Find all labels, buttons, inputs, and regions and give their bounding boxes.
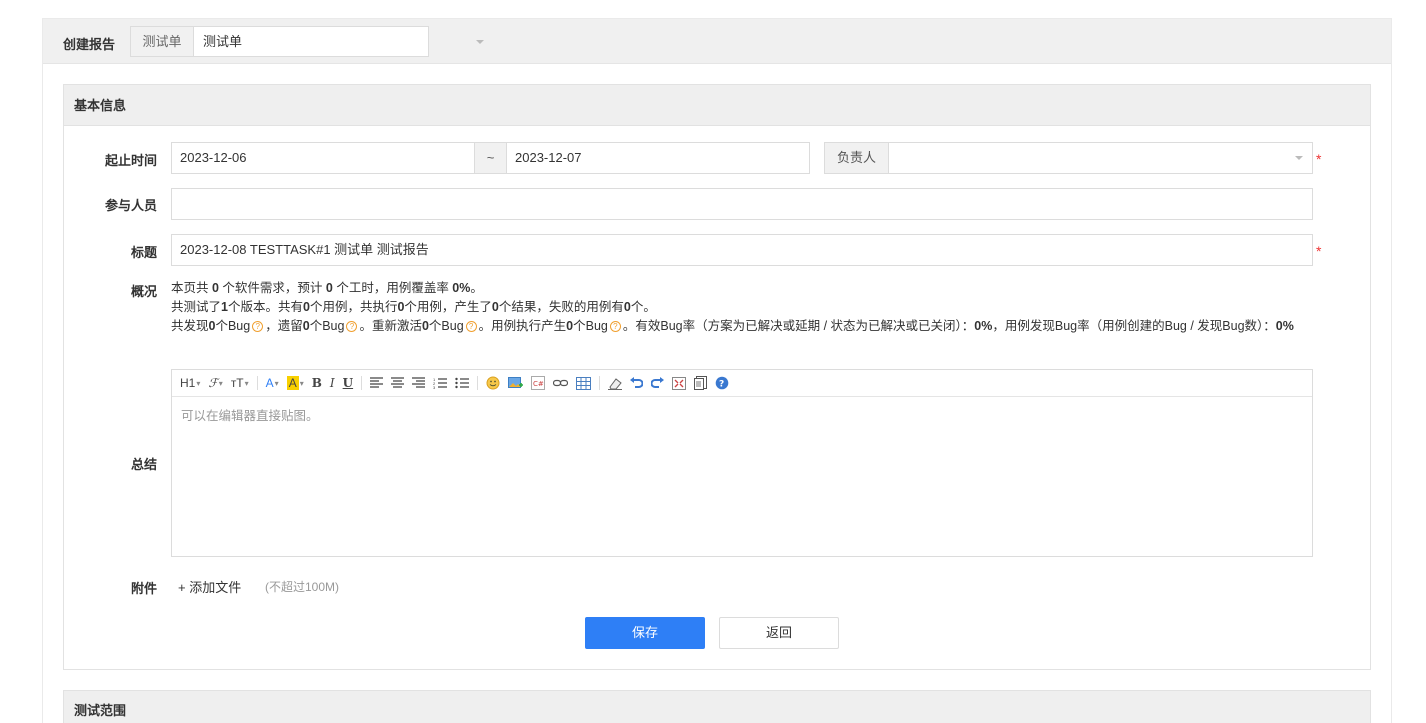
help-icon[interactable]: ? <box>465 321 477 333</box>
date-range-label: 起止时间 <box>104 153 157 168</box>
font-size-button[interactable]: тT ▾ <box>231 374 249 392</box>
toolbar-divider <box>477 376 479 390</box>
help-icon[interactable]: ? <box>609 321 621 333</box>
link-icon[interactable] <box>553 374 569 392</box>
align-right-icon[interactable] <box>412 374 426 392</box>
font-color-button[interactable]: A ▾ <box>266 374 279 392</box>
overview-line-3: 共发现0个Bug? ，遗留0个Bug? 。重新激活0个Bug? 。用例执行产生0个Bu… <box>171 319 1294 333</box>
owner-label-addon: 负责人 <box>824 142 889 174</box>
undo-icon[interactable] <box>630 374 644 392</box>
chevron-down-icon <box>1295 156 1303 160</box>
page-title: 创建报告 <box>63 37 116 52</box>
overview-line-2: 共测试了1个版本。共有0个用例，共执行0个用例，产生了0个结果，失败的用例有0个… <box>171 300 656 314</box>
file-size-hint: (不超过100M) <box>265 580 340 594</box>
table-icon[interactable] <box>576 374 592 392</box>
date-range-separator: ~ <box>474 142 507 174</box>
editor-placeholder: 可以在编辑器直接贴图。 <box>181 409 319 423</box>
owner-select[interactable] <box>888 142 1313 174</box>
testtask-select-addon: 测试单 <box>130 26 194 57</box>
attachment-label: 附件 <box>130 581 157 596</box>
chevron-down-icon <box>476 40 484 44</box>
members-label: 参与人员 <box>104 198 157 213</box>
help-icon[interactable]: ? <box>252 321 264 333</box>
heading-button[interactable]: H1 ▾ <box>180 374 200 392</box>
svg-text:?: ? <box>719 380 724 390</box>
editor-toolbar: H1 ▾ ℱ ▾ тT ▾ A ▾ A ▾ B I U 123 C# ? <box>172 370 1312 397</box>
save-button[interactable]: 保存 <box>585 617 705 649</box>
eraser-icon[interactable] <box>608 374 623 392</box>
ordered-list-icon[interactable]: 123 <box>433 374 448 392</box>
bullet-list-icon[interactable] <box>455 374 470 392</box>
italic-button[interactable]: I <box>330 374 335 392</box>
align-center-icon[interactable] <box>391 374 405 392</box>
title-input[interactable]: 2023-12-08 TESTTASK#1 测试单 测试报告 <box>171 234 1313 266</box>
toolbar-divider <box>599 376 601 390</box>
source-icon[interactable] <box>694 374 708 392</box>
highlight-button[interactable]: A ▾ <box>286 374 304 392</box>
code-icon[interactable]: C# <box>531 374 546 392</box>
add-file-button[interactable]: + 添加文件 <box>178 577 241 596</box>
title-label: 标题 <box>130 245 157 260</box>
test-scope-panel: 测试范围 <box>63 690 1371 723</box>
toolbar-divider <box>361 376 363 390</box>
toolbar-divider <box>256 376 258 390</box>
svg-text:C#: C# <box>533 380 544 388</box>
align-left-icon[interactable] <box>370 374 384 392</box>
summary-label: 总结 <box>130 457 157 472</box>
basic-info-title: 基本信息 <box>64 85 1370 126</box>
testtask-select-value: 测试单 <box>203 34 243 49</box>
fullscreen-icon[interactable] <box>672 374 687 392</box>
back-button[interactable]: 返回 <box>719 617 839 649</box>
emoji-icon[interactable] <box>486 374 500 392</box>
start-date-input[interactable]: 2023-12-06 <box>171 142 475 174</box>
image-icon[interactable] <box>508 374 524 392</box>
help-icon[interactable]: ? <box>346 321 358 333</box>
underline-button[interactable]: U <box>343 374 353 392</box>
overview-line-1: 本页共 0 个软件需求，预计 0 个工时，用例覆盖率 0%。 <box>171 281 483 295</box>
summary-editor[interactable]: H1 ▾ ℱ ▾ тT ▾ A ▾ A ▾ B I U 123 C# ? 可以在编辑器直接… <box>171 369 1313 557</box>
members-input[interactable] <box>171 188 1313 220</box>
test-scope-title: 测试范围 <box>74 703 127 718</box>
page-header: 创建报告 测试单 测试单 <box>43 19 1391 64</box>
required-mark: * <box>1316 151 1322 167</box>
redo-icon[interactable] <box>651 374 665 392</box>
help-icon[interactable]: ? <box>715 374 729 392</box>
svg-text:3: 3 <box>433 385 436 389</box>
font-family-button[interactable]: ℱ ▾ <box>208 374 222 392</box>
overview-text: 本页共 0 个软件需求，预计 0 个工时，用例覆盖率 0%。 共测试了1个版本。… <box>171 279 1321 336</box>
bold-button[interactable]: B <box>312 374 322 392</box>
overview-label: 概况 <box>130 284 157 299</box>
testtask-select[interactable]: 测试单 <box>193 26 484 57</box>
end-date-input[interactable]: 2023-12-07 <box>506 142 810 174</box>
required-mark: * <box>1316 243 1322 259</box>
